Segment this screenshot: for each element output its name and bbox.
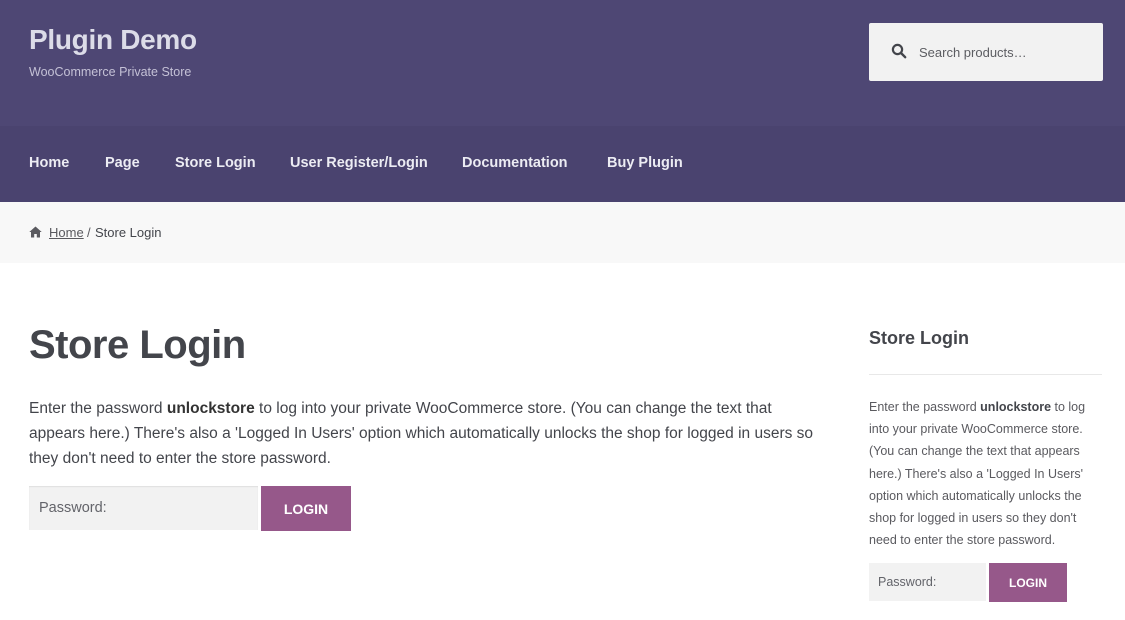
home-icon (29, 226, 42, 238)
breadcrumb-current: Store Login (95, 225, 162, 240)
sidebar-password-field[interactable] (869, 563, 986, 601)
sidebar-password-hint: unlockstore (980, 400, 1052, 414)
product-search-form (869, 23, 1103, 81)
sidebar-text-before: Enter the password (869, 400, 981, 414)
nav-item-buy-plugin[interactable]: Buy Plugin (607, 155, 683, 171)
page-title: Store Login (29, 323, 246, 367)
nav-item-store-login[interactable]: Store Login (175, 155, 256, 171)
nav-item-documentation[interactable]: Documentation (462, 155, 568, 171)
sidebar-intro-text: Enter the password unlockstore to log in… (869, 396, 1105, 551)
nav-item-home[interactable]: Home (29, 155, 69, 171)
primary-nav: Home Page Store Login User Register/Logi… (0, 126, 1125, 202)
breadcrumb-home-link[interactable]: Home (49, 225, 84, 240)
sidebar-divider (869, 374, 1102, 375)
login-intro-text: Enter the password unlockstore to log in… (29, 396, 819, 471)
search-input[interactable] (919, 23, 1094, 81)
sidebar-text-after: to log into your private WooCommerce sto… (869, 400, 1086, 548)
nav-item-user-register-login[interactable]: User Register/Login (290, 155, 428, 171)
intro-text-before: Enter the password (29, 400, 167, 417)
intro-password-hint: unlockstore (166, 400, 255, 417)
login-button[interactable]: LOGIN (261, 486, 351, 531)
sidebar-login-button[interactable]: LOGIN (989, 563, 1067, 602)
site-tagline: WooCommerce Private Store (29, 65, 192, 79)
password-field[interactable] (29, 486, 258, 530)
sidebar-widget-title: Store Login (869, 328, 969, 348)
search-icon[interactable] (891, 43, 907, 59)
site-title[interactable]: Plugin Demo (29, 24, 197, 56)
nav-item-page[interactable]: Page (105, 155, 140, 171)
breadcrumb: Home / Store Login (0, 202, 1125, 263)
breadcrumb-separator: / (87, 225, 91, 240)
